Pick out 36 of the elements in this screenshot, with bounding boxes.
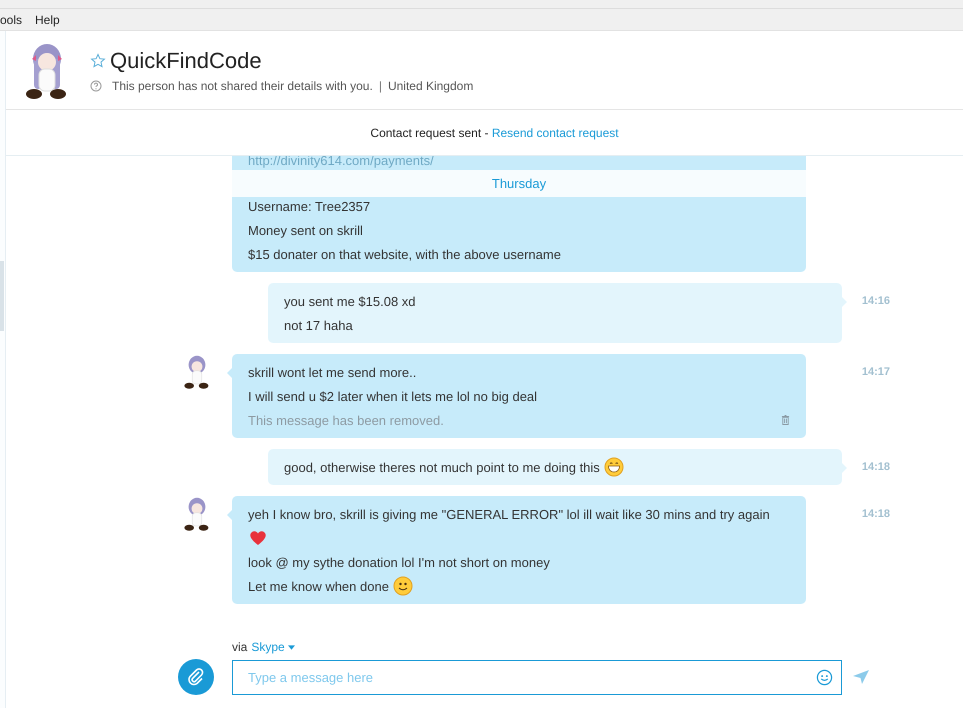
message-text: Money sent on skrill <box>248 222 363 238</box>
attach-button[interactable] <box>178 659 214 695</box>
message-text: yeh I know bro, skrill is giving me "GENERAL ERROR" lol ill wait like 30 mins and try again <box>248 506 770 522</box>
message-text: Let me know when done <box>248 578 389 594</box>
separator: | <box>378 78 382 92</box>
details-text: This person has not shared their details with you. <box>112 78 373 92</box>
message-text: $15 donater on that website, with the above username <box>248 246 561 262</box>
request-status: Contact request sent - <box>370 126 490 140</box>
message-time: 14:16 <box>862 295 890 307</box>
grin-emoticon-icon <box>604 457 624 477</box>
message-time: 14:17 <box>862 366 890 378</box>
message-text: look @ my sythe donation lol I'm not short on money <box>248 554 550 570</box>
message-text: I will send u $2 later when it lets me lol no big deal <box>248 388 538 404</box>
emoticon-icon[interactable] <box>816 668 833 686</box>
message-text: Username: Tree2357 <box>248 198 370 214</box>
message-text: you sent me $15.08 xd <box>284 294 416 308</box>
menu-item[interactable]: ools <box>0 12 22 26</box>
message-time: 14:18 <box>862 461 890 473</box>
message-time: 14:18 <box>862 508 890 520</box>
menu-item[interactable]: Help <box>35 12 60 26</box>
paperclip-icon <box>186 667 206 687</box>
message-text: good, otherwise theres not much point to me doing this <box>284 460 600 474</box>
removed-notice: This message has been removed. <box>248 412 444 428</box>
caret-icon <box>288 644 295 650</box>
star-icon[interactable] <box>90 52 106 68</box>
help-icon[interactable] <box>90 80 102 92</box>
send-icon[interactable] <box>853 670 869 684</box>
message-text: not 17 haha <box>284 318 353 332</box>
message-field[interactable]: Type a message here <box>232 660 842 694</box>
contact-name: QuickFindCode <box>110 48 262 74</box>
smile-emoticon-icon <box>392 576 413 596</box>
message-text: skrill wont let me send more.. <box>248 364 416 380</box>
via-label: via <box>232 640 248 654</box>
trash-icon[interactable] <box>781 414 790 426</box>
location-text: United Kingdom <box>388 78 474 92</box>
day-label: Thursday <box>492 176 546 191</box>
